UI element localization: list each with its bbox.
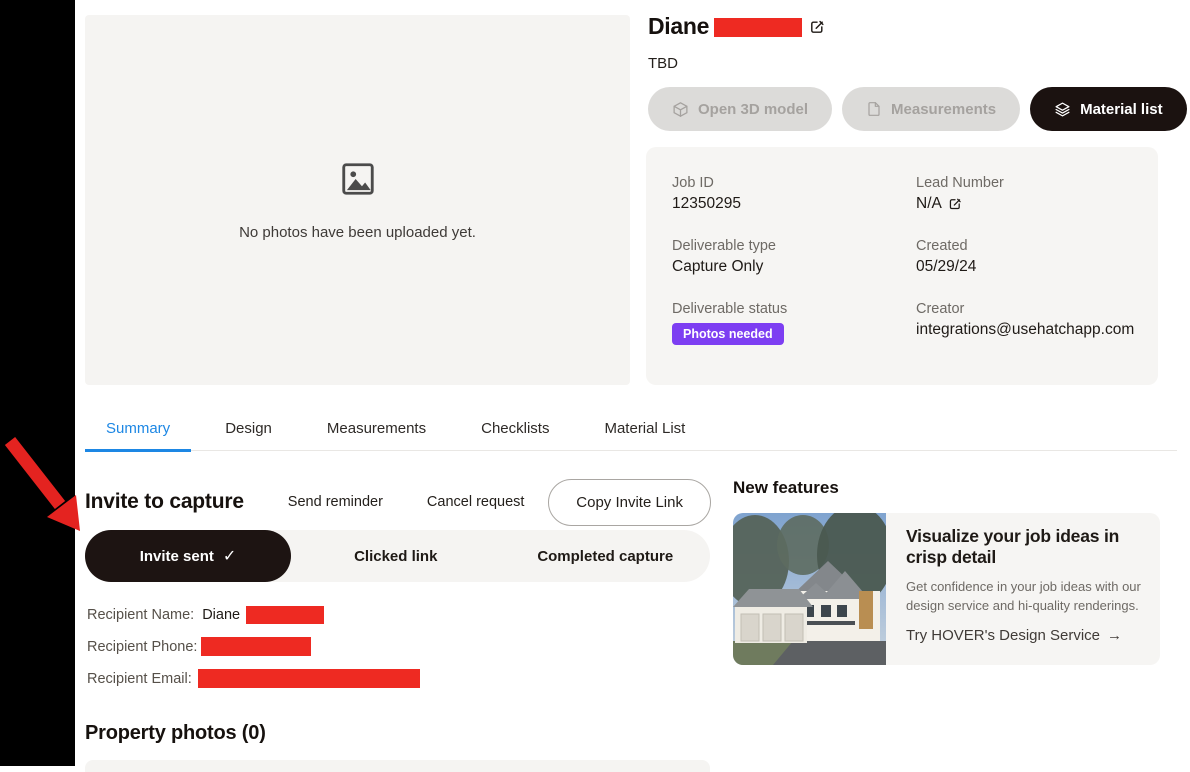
empty-photos-message: No photos have been uploaded yet. <box>239 224 476 241</box>
feature-headline: Visualize your job ideas in crisp detail <box>906 526 1152 569</box>
edit-icon[interactable] <box>948 197 962 211</box>
arrow-right-icon: → <box>1107 627 1122 644</box>
progress-step-invite-sent: Invite sent ✓ <box>85 530 291 582</box>
field-created: Created 05/29/24 <box>916 238 1134 276</box>
check-icon: ✓ <box>223 546 236 566</box>
recipient-name-row: Recipient Name: Diane <box>87 605 420 624</box>
new-feature-text: Visualize your job ideas in crisp detail… <box>886 513 1160 665</box>
material-list-label: Material list <box>1080 101 1163 118</box>
tab-checklists[interactable]: Checklists <box>460 406 570 450</box>
invite-to-capture-title: Invite to capture <box>85 490 244 514</box>
action-buttons: Open 3D model Measurements Material list <box>648 87 1187 131</box>
recipient-details: Recipient Name: Diane Recipient Phone: R… <box>87 605 420 701</box>
image-mountain-icon <box>339 160 377 198</box>
recipient-email-row: Recipient Email: <box>87 669 420 688</box>
photo-placeholder-panel: No photos have been uploaded yet. <box>85 15 630 385</box>
measurements-label: Measurements <box>891 101 996 118</box>
new-features-title: New features <box>733 478 839 498</box>
field-job-id: Job ID 12350295 <box>672 175 916 213</box>
material-list-button[interactable]: Material list <box>1030 87 1187 131</box>
layers-icon <box>1054 101 1071 118</box>
redaction-name <box>714 18 802 37</box>
recipient-phone-row: Recipient Phone: <box>87 637 420 656</box>
new-feature-card[interactable]: Visualize your job ideas in crisp detail… <box>733 513 1160 665</box>
document-icon <box>866 101 882 117</box>
job-header: Diane TBD <box>648 13 825 72</box>
redaction-recipient-email <box>198 669 420 688</box>
job-title: Diane <box>648 13 709 40</box>
copy-invite-link-button[interactable]: Copy Invite Link <box>548 479 711 526</box>
progress-step-completed-capture: Completed capture <box>501 548 711 565</box>
tab-bar: Summary Design Measurements Checklists M… <box>85 406 1177 451</box>
status-badge: Photos needed <box>672 323 784 345</box>
tab-design[interactable]: Design <box>204 406 293 450</box>
progress-step-clicked-link: Clicked link <box>291 548 501 565</box>
edit-icon[interactable] <box>809 19 825 35</box>
cube-3d-icon <box>672 101 689 118</box>
measurements-button[interactable]: Measurements <box>842 87 1020 131</box>
field-creator: Creator integrations@usehatchapp.com <box>916 301 1134 345</box>
invite-to-capture-header: Invite to capture Send reminder Cancel r… <box>85 477 711 527</box>
field-deliverable-status: Deliverable status Photos needed <box>672 301 916 345</box>
capture-progress-bar: Invite sent ✓ Clicked link Completed cap… <box>85 530 710 582</box>
job-info-card: Job ID 12350295 Lead Number N/A Delivera… <box>646 147 1158 385</box>
job-subtitle: TBD <box>648 55 825 72</box>
left-sidebar <box>0 0 75 766</box>
field-deliverable-type: Deliverable type Capture Only <box>672 238 916 276</box>
tab-material-list[interactable]: Material List <box>583 406 706 450</box>
house-photo <box>733 513 886 665</box>
property-photos-panel <box>85 760 710 772</box>
send-reminder-link[interactable]: Send reminder <box>288 494 383 510</box>
open-3d-model-button[interactable]: Open 3D model <box>648 87 832 131</box>
property-photos-title: Property photos (0) <box>85 722 266 745</box>
field-lead-number: Lead Number N/A <box>916 175 1134 213</box>
feature-description: Get confidence in your job ideas with ou… <box>906 577 1152 616</box>
redaction-recipient-name <box>246 606 324 624</box>
tab-measurements[interactable]: Measurements <box>306 406 447 450</box>
open-3d-model-label: Open 3D model <box>698 101 808 118</box>
design-service-link[interactable]: Try HOVER's Design Service → <box>906 627 1122 644</box>
tab-summary[interactable]: Summary <box>85 406 191 450</box>
cancel-request-link[interactable]: Cancel request <box>427 494 525 510</box>
redaction-recipient-phone <box>201 637 311 656</box>
